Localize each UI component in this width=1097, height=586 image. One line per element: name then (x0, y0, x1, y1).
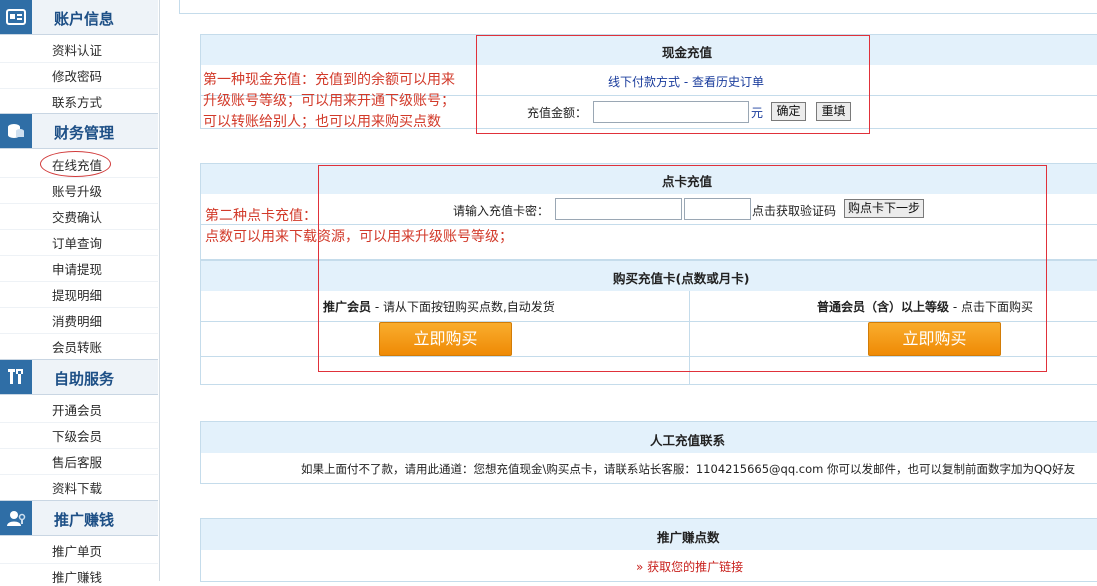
sidebar-item-support[interactable]: 售后客服 (52, 452, 102, 471)
annotation-cash-note: 第一种现金充值：充值到的余额可以用来 升级账号等级；可以用来开通下级账号； 可以… (203, 70, 455, 133)
manual-recharge-text: 如果上面付不了款，请用此通道：您想充值现金\购买点卡，请联系站长客服：11042… (301, 462, 1076, 476)
sidebar-item-contact[interactable]: 联系方式 (52, 92, 102, 111)
note-line: 可以转账给别人；也可以用来购买点数 (203, 114, 441, 130)
sidebar-item-withdraw[interactable]: 申请提现 (52, 259, 102, 278)
sidebar-item-spending-detail[interactable]: 消费明细 (52, 311, 102, 330)
section-title: 账户信息 (54, 10, 115, 28)
sidebar-item-member-transfer[interactable]: 会员转账 (52, 337, 102, 356)
sidebar-item-change-password[interactable]: 修改密码 (52, 66, 102, 85)
section-header-promotion[interactable]: 推广赚钱 (0, 500, 158, 536)
manual-recharge-title: 人工充值联系 (650, 433, 726, 448)
tools-icon (0, 360, 32, 394)
section-header-self-service[interactable]: 自助服务 (0, 359, 158, 395)
section-header-finance[interactable]: 财务管理 (0, 113, 158, 149)
coins-icon (0, 114, 32, 148)
sidebar-item-payment-confirm[interactable]: 交费确认 (52, 207, 102, 226)
sidebar-item-downloads[interactable]: 资料下载 (52, 478, 102, 497)
sidebar-item-order-query[interactable]: 订单查询 (52, 233, 102, 252)
sidebar-item-promo-earn[interactable]: 推广赚钱 (52, 567, 102, 586)
promo-link[interactable]: » 获取您的推广链接 (636, 558, 743, 575)
content-top-border (180, 13, 1097, 14)
sidebar-item-open-member[interactable]: 开通会员 (52, 400, 102, 419)
sidebar-item-withdraw-detail[interactable]: 提现明细 (52, 285, 102, 304)
promo-title: 推广赚点数 (657, 530, 720, 545)
user-key-icon (0, 501, 32, 535)
section-title: 财务管理 (54, 124, 115, 142)
sidebar-item-upgrade[interactable]: 账号升级 (52, 181, 102, 200)
sidebar-item-promo-page[interactable]: 推广单页 (52, 541, 102, 560)
sidebar-item-verify[interactable]: 资料认证 (52, 40, 102, 59)
annotation-box-card (318, 165, 1047, 372)
section-title: 自助服务 (54, 370, 115, 388)
manual-recharge-header (200, 421, 1097, 454)
id-card-icon (0, 0, 32, 34)
sidebar-item-sub-members[interactable]: 下级会员 (52, 426, 102, 445)
annotation-card-note: 第二种点卡充值： 点数可以用来下载资源，可以用来升级账号等级； (205, 206, 513, 248)
note-line: 点数可以用来下载资源，可以用来升级账号等级； (205, 229, 513, 245)
content-left-border (179, 0, 180, 14)
annotation-box-cash (476, 35, 870, 134)
section-title: 推广赚钱 (54, 511, 115, 529)
note-line: 第一种现金充值：充值到的余额可以用来 (203, 72, 455, 88)
note-line: 升级账号等级；可以用来开通下级账号； (203, 93, 455, 109)
promo-header (200, 518, 1097, 551)
sidebar-item-online-recharge[interactable]: 在线充值 (52, 155, 102, 174)
note-line: 第二种点卡充值： (205, 208, 317, 224)
section-header-account[interactable]: 账户信息 (0, 0, 158, 35)
sidebar: 账户信息 资料认证 修改密码 联系方式 财务管理 在线充值 账号升级 交费确认 … (0, 0, 160, 585)
